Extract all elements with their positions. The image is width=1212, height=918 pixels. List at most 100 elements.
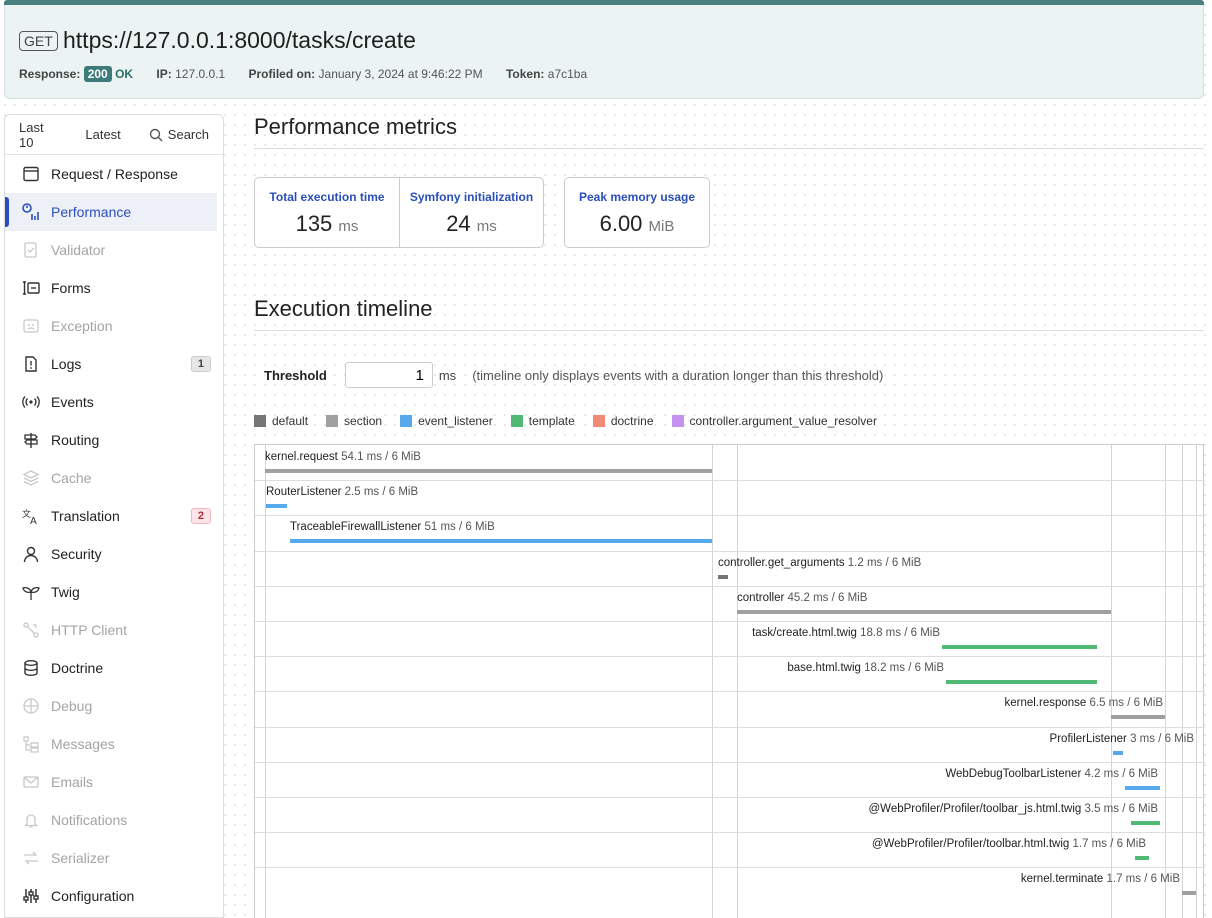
page-title: Performance metrics [254,114,1204,149]
legend-item-event-listener[interactable]: event_listener [400,414,493,428]
event-detail: 18.8 ms / 6 MiB [860,627,940,639]
security-icon [21,544,41,564]
legend-swatch [254,415,266,427]
sidebar-item-label: Configuration [51,888,135,904]
event-name: TraceableFirewallListener [290,521,422,534]
sidebar-item-label: Routing [51,432,100,448]
timeline-event-label[interactable]: RouterListener 2.5 ms / 6 MiB [266,486,418,498]
timeline-row-divider [255,621,1205,622]
sidebar-item-label: Performance [51,204,132,220]
timeline-event-bar[interactable] [1135,856,1149,861]
request-url[interactable]: https://127.0.0.1:8000/tasks/create [63,27,416,54]
sidebar-item-label: Doctrine [51,660,104,676]
sidebar-item-translation[interactable]: 文 A Translation 2 [5,497,223,535]
http-method-badge: GET [19,31,58,51]
tab-search[interactable]: Search [135,127,223,142]
tab-last-10[interactable]: Last 10 [5,120,71,150]
metric-value: 24 [446,211,471,236]
timeline-event-bar[interactable] [1131,821,1160,825]
legend-item-section[interactable]: section [326,414,382,428]
event-name: kernel.request [265,451,338,463]
sidebar-item-forms[interactable]: Forms [5,269,223,307]
sidebar-tabs: Last 10 Latest Search [5,115,223,155]
tab-search-label: Search [167,127,209,142]
timeline-event-label[interactable]: controller.get_arguments 1.2 ms / 6 MiB [718,557,921,569]
translation-icon: 文A [21,506,41,526]
sidebar-item-label: Translation [51,508,120,524]
timeline-event-label[interactable]: ProfilerListener 3 ms / 6 MiB [1050,733,1194,745]
sidebar-item-request-response[interactable]: Request / Response [5,155,223,193]
timeline-event-bar[interactable] [942,645,1097,649]
sidebar-item-label: HTTP Client [51,622,127,638]
timeline-event-bar[interactable] [737,609,1111,614]
sidebar-item-label: Notifications [51,812,128,828]
doctrine-icon [21,658,41,678]
timeline-event-bar[interactable] [265,469,712,473]
main-panel: Performance metrics Total execution time… [254,114,1205,918]
legend-item-template[interactable]: template [510,414,575,428]
sidebar-item-label: Logs [51,356,82,372]
response-label: Response: [19,67,81,81]
cache-icon [21,468,41,488]
event-name: @WebProfiler/Profiler/toolbar_js.html.tw… [868,803,1082,815]
timeline-event-label[interactable]: @WebProfiler/Profiler/toolbar_js.html.tw… [869,803,1159,815]
legend-item-controller-argument-value-resolver[interactable]: controller.argument_value_resolver [671,414,877,428]
sidebar-item-logs[interactable]: Logs 1 [5,345,223,383]
request-response-icon [21,164,41,184]
messages-icon [21,734,41,754]
sidebar-item-twig[interactable]: Twig [5,573,223,611]
logs-icon [21,354,41,374]
performance-icon [21,202,41,222]
event-detail: 2.5 ms / 6 MiB [344,486,419,499]
legend-label: doctrine [610,414,654,428]
profiled-label: Profiled on: [248,67,316,81]
timeline-event-bar[interactable] [266,504,287,509]
timeline-event-label[interactable]: WebDebugToolbarListener 4.2 ms / 6 MiB [945,768,1158,780]
metric-label: Total execution time [269,190,385,204]
sidebar-item-security[interactable]: Security [5,535,223,573]
timeline-event-bar[interactable] [1182,891,1196,896]
timeline-row-divider [255,761,1205,763]
timeline-event-bar[interactable] [1113,750,1123,755]
sidebar-item-serializer: Serializer [5,839,223,877]
legend-item-doctrine[interactable]: doctrine [592,414,654,428]
sidebar-item-performance[interactable]: Performance [5,193,217,231]
sidebar-item-label: Validator [51,242,106,258]
timeline-event-bar[interactable] [1111,715,1165,720]
threshold-input[interactable] [344,362,433,388]
timeline-event-label[interactable]: controller 45.2 ms / 6 MiB [737,592,867,604]
timeline-title: Execution timeline [254,296,1204,331]
sidebar-item-routing[interactable]: Routing [5,421,223,459]
timeline-row-divider [255,867,1205,869]
event-detail: 3 ms / 6 MiB [1130,732,1194,745]
timeline-event-label[interactable]: TraceableFirewallListener 51 ms / 6 MiB [290,521,495,533]
metric-unit: ms [476,218,497,235]
timeline-event-label[interactable]: @WebProfiler/Profiler/toolbar.html.twig … [872,838,1146,850]
timeline-event-label[interactable]: kernel.request 54.1 ms / 6 MiB [265,451,421,463]
sidebar-item-configuration[interactable]: Configuration [5,877,223,915]
timeline-event-label[interactable]: base.html.twig 18.2 ms / 6 MiB [787,662,944,674]
timeline-event-bar[interactable] [1125,785,1160,790]
legend-swatch [510,415,523,427]
forms-icon [21,278,41,298]
token-label: Token: [505,67,545,81]
timeline-event-bar[interactable] [946,680,1097,685]
sidebar-item-exception: Exception [5,307,223,345]
tab-latest[interactable]: Latest [71,127,134,142]
timeline-row-divider [255,515,1205,517]
timeline-event-label[interactable]: kernel.response 6.5 ms / 6 MiB [1004,697,1163,709]
timeline-event-label[interactable]: kernel.terminate 1.7 ms / 6 MiB [1021,873,1180,885]
timeline-event-bar[interactable] [718,574,728,579]
metric-value: 135 [295,211,333,236]
sidebar-item-debug: Debug [5,687,223,725]
timeline-event-label[interactable]: task/create.html.twig 18.8 ms / 6 MiB [752,627,940,639]
sidebar-item-label: Messages [51,736,115,752]
sidebar-item-events[interactable]: Events [5,383,223,421]
token-value[interactable]: a7c1ba [548,67,587,81]
sidebar-item-doctrine[interactable]: Doctrine [5,649,223,687]
timeline-event-bar[interactable] [290,539,712,544]
metric-total-execution-time: Total execution time 135 ms [255,178,399,247]
event-name: task/create.html.twig [752,627,857,639]
profiled-on-value: January 3, 2024 at 9:46:22 PM [318,67,483,81]
legend-item-default[interactable]: default [254,414,308,428]
